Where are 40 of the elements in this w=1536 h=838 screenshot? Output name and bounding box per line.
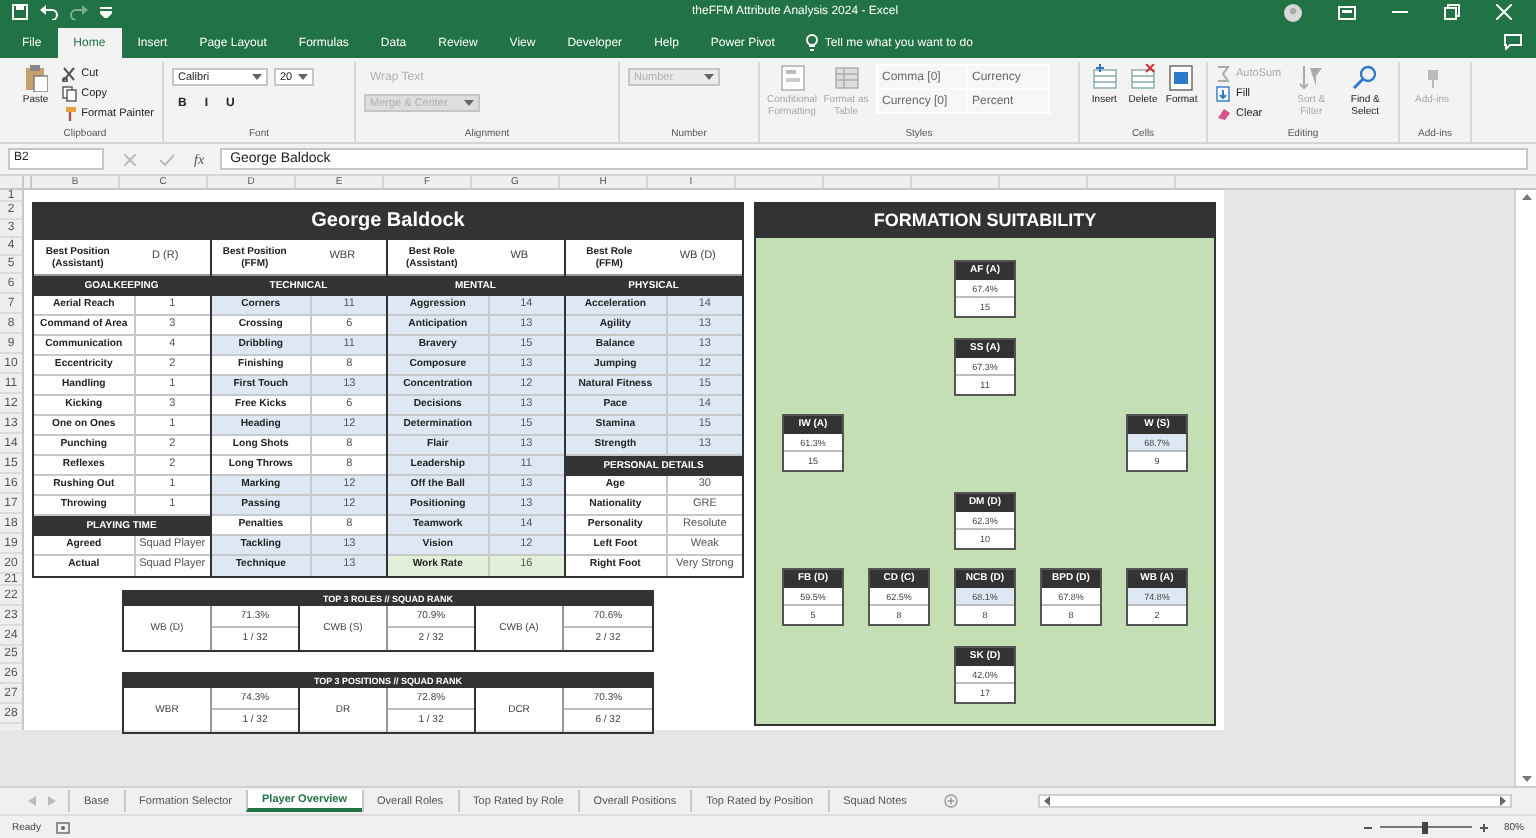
macro-record-icon[interactable] (56, 821, 71, 833)
table-rules-icon (779, 64, 805, 92)
scroll-down-icon[interactable] (1521, 776, 1531, 782)
cell-format-icon (1168, 64, 1195, 92)
table-icon (833, 64, 859, 92)
save-icon[interactable] (12, 4, 28, 20)
slider-thumb[interactable] (1422, 821, 1429, 833)
comment-icon[interactable] (1504, 34, 1522, 50)
zoom-in-icon[interactable] (1479, 823, 1488, 831)
insert-row-icon (1091, 64, 1118, 92)
eraser-icon (1216, 105, 1232, 121)
search-icon (1352, 64, 1379, 92)
horizontal-scrollbar[interactable] (1038, 794, 1512, 808)
caret-icon (464, 100, 474, 106)
close-icon[interactable] (1496, 4, 1512, 20)
fill-down-icon (1216, 85, 1232, 101)
zoom-out-icon[interactable] (1363, 823, 1372, 831)
scroll-up-icon[interactable] (1521, 194, 1531, 200)
delete-row-icon (1129, 64, 1156, 92)
caret-icon (704, 74, 714, 80)
player-name: George Baldock (34, 204, 742, 240)
scroll-left-icon[interactable] (1044, 796, 1051, 806)
undo-icon[interactable] (40, 4, 58, 20)
lightbulb-icon (806, 34, 819, 52)
vertical-scrollbar[interactable] (1514, 190, 1536, 786)
panel-title: FORMATION SUITABILITY (756, 204, 1214, 238)
scroll-right-icon[interactable] (1500, 796, 1506, 806)
customize-icon[interactable] (100, 6, 112, 18)
sort-icon (1298, 64, 1325, 92)
caret-icon (252, 74, 262, 80)
copy-icon (61, 85, 78, 101)
check-icon[interactable] (160, 153, 174, 165)
clipboard-icon (22, 64, 49, 92)
sigma-icon (1216, 65, 1232, 81)
caret-icon (298, 74, 308, 80)
restore-icon[interactable] (1444, 4, 1460, 20)
ribbon-display-icon[interactable] (1338, 5, 1356, 19)
avatar-icon[interactable] (1284, 3, 1302, 21)
brush-icon (61, 105, 78, 121)
scissors-icon (61, 65, 78, 81)
